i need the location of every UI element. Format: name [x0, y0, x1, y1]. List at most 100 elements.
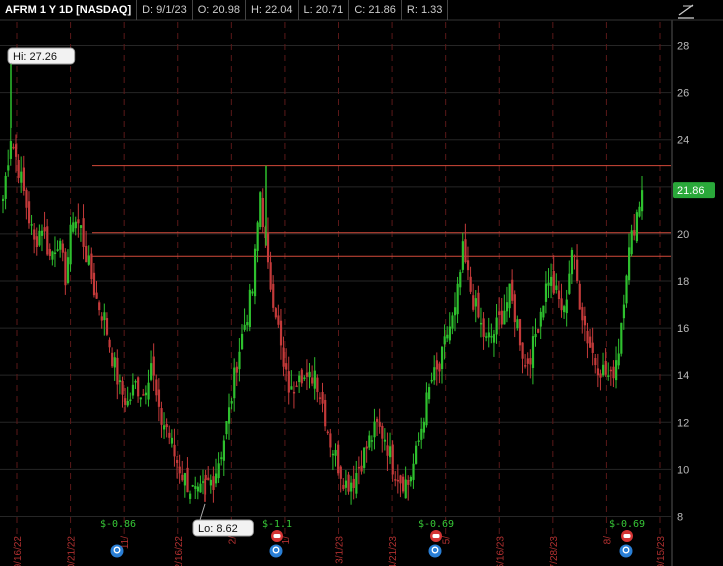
phone-icon-glyph: [273, 534, 281, 538]
candle-body: [38, 230, 41, 246]
candle-body: [303, 377, 306, 380]
candle-body: [274, 308, 277, 318]
candle-body: [544, 283, 548, 302]
candle-body: [256, 222, 259, 251]
candle-body: [318, 397, 322, 399]
open-field: O: 20.98: [193, 0, 246, 20]
candle-body: [383, 439, 387, 442]
candle-body: [399, 475, 402, 484]
symbol-label[interactable]: AFRM 1 Y 1D [NASDAQ]: [0, 0, 138, 20]
candle-body: [308, 371, 311, 378]
candle-body: [542, 305, 545, 318]
candle-body: [628, 247, 631, 281]
candle-body: [641, 190, 644, 212]
candle-body: [139, 397, 142, 400]
low-label-pointer: [199, 503, 206, 521]
candle-body: [124, 398, 127, 405]
candle-body: [155, 379, 158, 396]
candle-body: [479, 322, 483, 325]
candle-body: [415, 445, 418, 464]
candle-body: [443, 336, 446, 345]
candle-body: [451, 315, 454, 329]
candle-body: [253, 248, 257, 297]
candle-body: [456, 283, 459, 315]
candle-body: [563, 306, 566, 313]
candle-body: [557, 290, 561, 300]
current-price-label: 21.86: [677, 185, 705, 197]
candle-body: [269, 262, 272, 290]
candle-body: [53, 252, 57, 255]
candle-body: [560, 298, 563, 311]
candle-body: [212, 476, 215, 490]
candle-body: [56, 249, 59, 251]
candle-body: [594, 358, 597, 366]
x-tick-label: 12/16/22: [174, 536, 185, 566]
candle-body: [240, 333, 244, 350]
y-tick-label: 8: [677, 511, 683, 523]
candle-body: [285, 363, 288, 370]
earnings-e-icon: [269, 544, 283, 558]
candle-body: [324, 399, 327, 427]
candle-body: [552, 270, 555, 294]
candle-body: [290, 386, 293, 390]
candle-body: [272, 283, 275, 308]
candle-body: [22, 167, 25, 191]
candle-body: [464, 239, 467, 263]
candle-body: [620, 322, 623, 354]
candle-body: [339, 466, 342, 479]
candle-body: [370, 440, 374, 442]
trendline-tool-icon[interactable]: [675, 2, 697, 20]
candle-body: [134, 381, 137, 383]
candle-body: [300, 369, 303, 384]
x-tick-label: 7/28/23: [549, 536, 560, 566]
candle-body: [511, 279, 514, 301]
candle-body: [129, 399, 132, 402]
candle-body: [435, 360, 438, 370]
candle-body: [64, 251, 67, 286]
candle-body: [116, 357, 119, 385]
x-tick-label: 9/15/23: [656, 536, 667, 566]
candle-body: [191, 485, 194, 487]
candle-body: [279, 320, 283, 346]
candle-body: [72, 222, 75, 232]
y-tick-label: 12: [677, 417, 689, 429]
candle-body: [342, 484, 345, 489]
y-tick-label: 20: [677, 229, 689, 241]
candle-body: [570, 249, 574, 275]
candle-body: [178, 466, 181, 474]
candle-body: [131, 384, 135, 396]
candle-body: [547, 282, 550, 286]
candle-body: [581, 307, 584, 321]
candle-body: [326, 431, 329, 434]
candle-body: [329, 433, 332, 448]
candle-body: [503, 310, 506, 325]
candle-body: [90, 253, 93, 280]
candle-body: [121, 380, 124, 395]
candle-body: [235, 366, 238, 373]
candle-body: [126, 401, 129, 406]
candle-body: [477, 292, 480, 318]
x-tick-label: 3/1/23: [335, 536, 346, 564]
candle-body: [440, 346, 444, 369]
candle-body: [95, 292, 98, 299]
candle-body: [625, 275, 628, 304]
candle-body: [14, 144, 18, 157]
candle-body: [35, 236, 38, 248]
candle-body: [142, 394, 145, 396]
candle-body: [48, 249, 51, 257]
candle-body: [604, 360, 607, 375]
candle-body: [334, 449, 337, 456]
candle-body: [352, 478, 355, 488]
candle-body: [482, 318, 485, 337]
candle-body: [534, 334, 537, 338]
candle-body: [17, 160, 20, 178]
candle-body: [466, 260, 470, 271]
candle-body: [103, 312, 106, 321]
candle-body: [238, 351, 241, 370]
candle-body: [217, 463, 220, 479]
x-tick-label: 8/: [602, 536, 613, 545]
price-chart[interactable]: 8101214161820222426289/16/2210/21/2211/1…: [0, 0, 723, 566]
candle-body: [225, 421, 228, 435]
candle-body: [311, 377, 314, 384]
candle-body: [635, 212, 639, 242]
